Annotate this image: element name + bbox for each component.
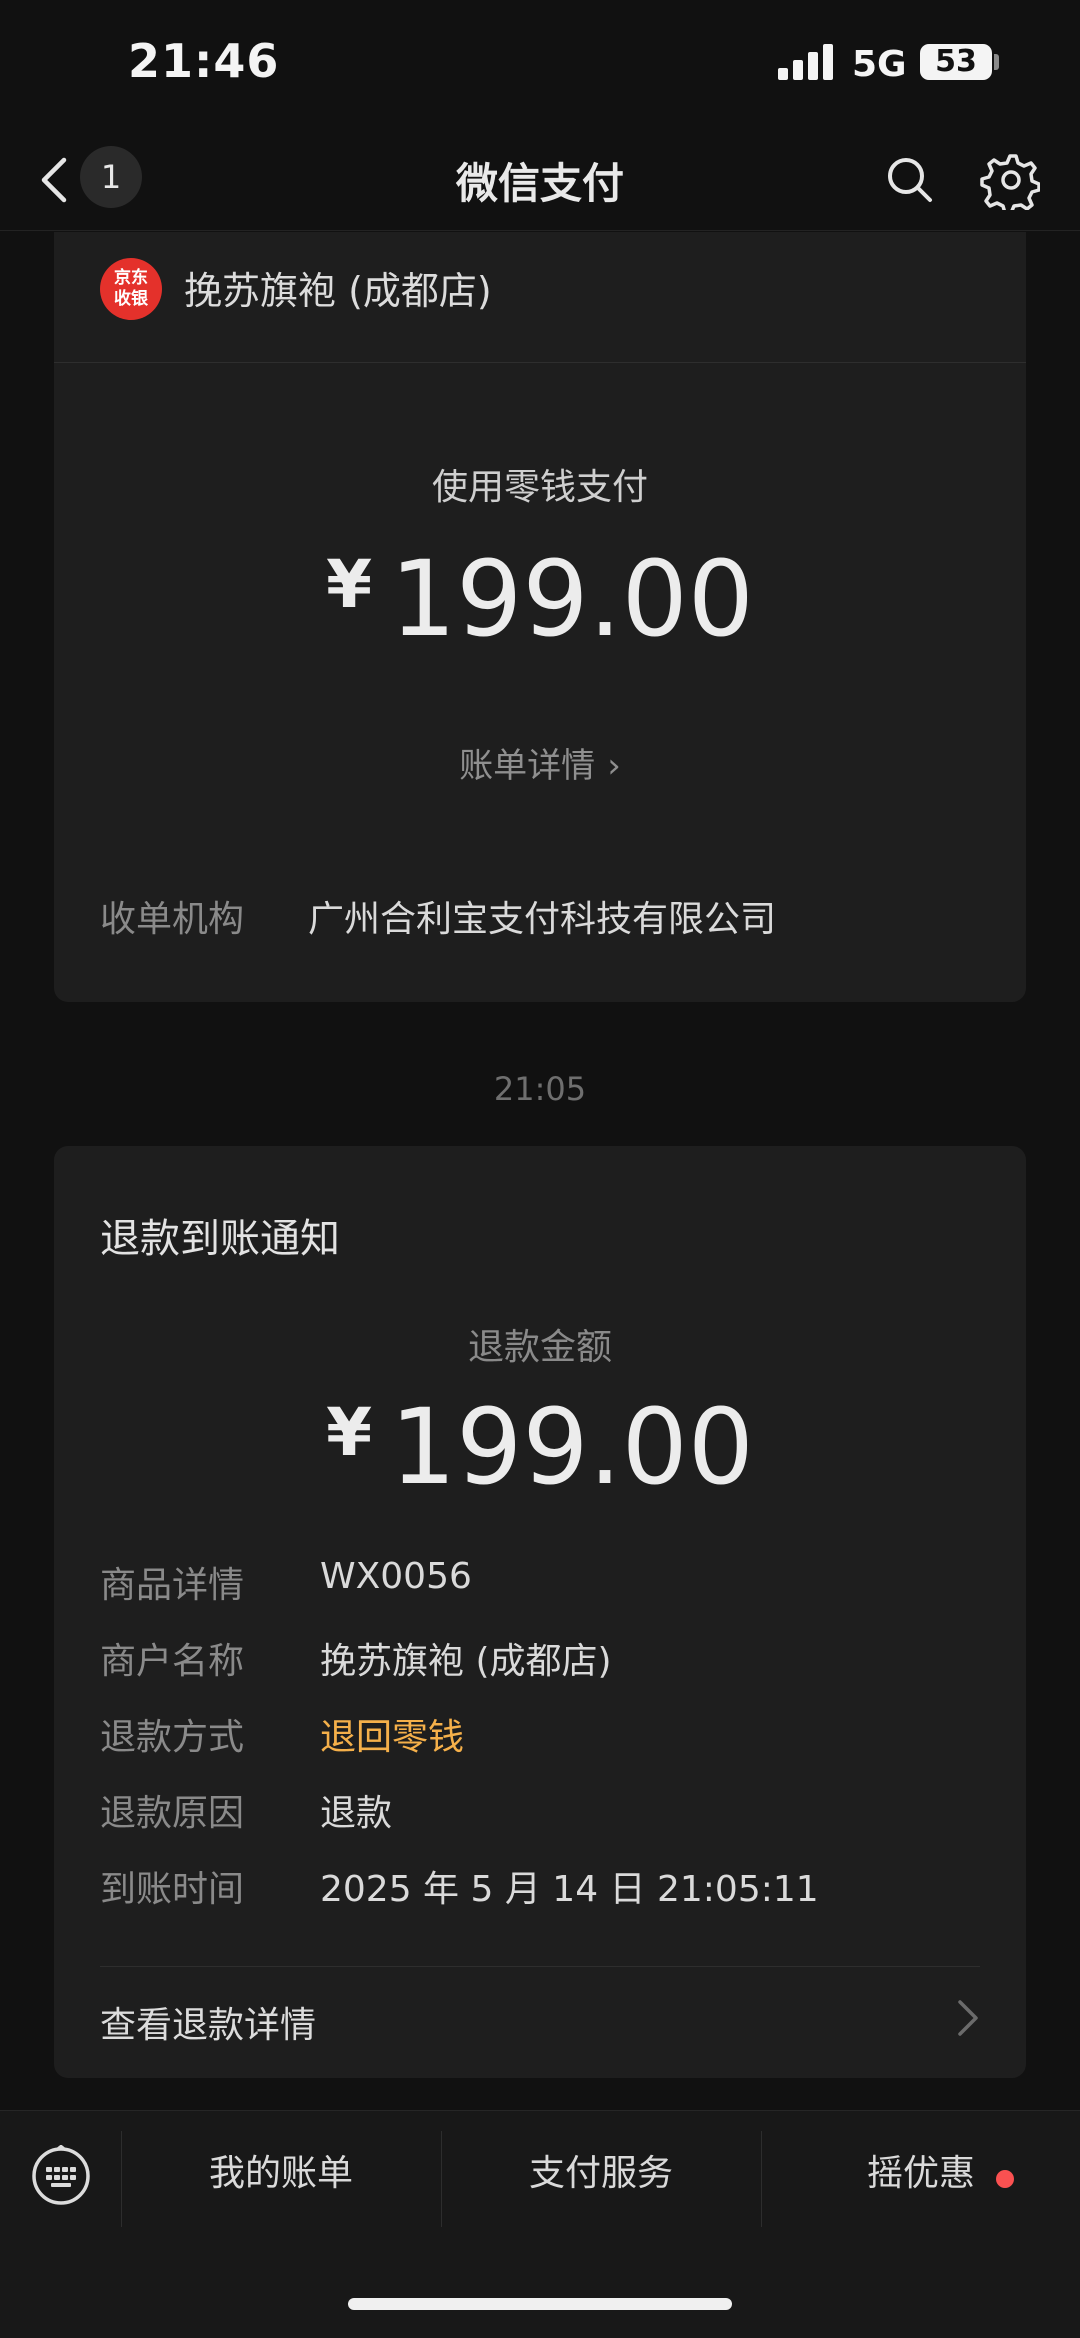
payment-card: 京东 收银 挽苏旗袍 (成都店) 使用零钱支付 ¥199.00 账单详情 › 收单… [54, 232, 1026, 1002]
acquirer-label: 收单机构 [100, 899, 245, 940]
status-time: 21:46 [128, 34, 280, 88]
refund-amount-value: 199.00 [390, 1386, 754, 1508]
battery-icon: 53 [920, 44, 992, 80]
row-value-arrival-time: 2025 年 5 月 14 日 21:05:11 [320, 1869, 819, 1910]
menu-my-bills[interactable]: 我的账单 [121, 2129, 441, 2219]
divider [54, 362, 1026, 363]
refund-amount-label: 退款金额 [467, 1327, 612, 1368]
view-refund-detail[interactable]: 查看退款详情 [100, 1996, 316, 2048]
refund-card[interactable]: 退款到账通知 退款金额 ¥199.00 商品详情 WX0056 商户名称 挽苏旗… [54, 1146, 1026, 2078]
merchant-logo: 京东 收银 [100, 258, 162, 320]
row-value-merchant: 挽苏旗袍 (成都店) [320, 1641, 612, 1682]
row-label-refund-reason: 退款原因 [100, 1793, 245, 1834]
divider [100, 1966, 980, 1967]
acquirer-value: 广州合利宝支付科技有限公司 [308, 899, 777, 940]
signal-icon [778, 44, 834, 80]
chevron-right-icon[interactable] [954, 1996, 982, 2040]
chevron-right-icon: › [607, 746, 621, 786]
amount-value: 199.00 [390, 538, 754, 660]
refund-title: 退款到账通知 [100, 1216, 340, 1262]
row-label-merchant: 商户名称 [100, 1641, 245, 1682]
currency-symbol: ¥ [326, 546, 373, 623]
row-value-refund-method: 退回零钱 [320, 1717, 465, 1758]
message-timestamp: 21:05 [493, 1070, 587, 1108]
pay-method: 使用零钱支付 [431, 467, 648, 508]
bill-detail-label: 账单详情 [459, 746, 596, 786]
logo-text-1: 京东 [114, 268, 148, 288]
merchant-row[interactable]: 京东 收银 挽苏旗袍 (成都店) [54, 232, 1026, 362]
currency-symbol: ¥ [326, 1394, 373, 1471]
row-label-product: 商品详情 [100, 1565, 245, 1606]
home-indicator[interactable] [348, 2298, 732, 2310]
payment-amount: ¥199.00 [54, 538, 1026, 660]
search-icon[interactable] [882, 152, 938, 208]
merchant-name: 挽苏旗袍 (成都店) [184, 269, 492, 313]
notification-dot [996, 2170, 1014, 2188]
menu-payment-services[interactable]: 支付服务 [441, 2129, 761, 2219]
menu-shake-deals[interactable]: 摇优惠 [761, 2129, 1080, 2219]
refund-amount: ¥199.00 [54, 1386, 1026, 1508]
row-value-product: WX0056 [320, 1556, 472, 1597]
network-label: 5G [852, 44, 907, 85]
logo-text-2: 收银 [114, 289, 148, 309]
nav-bar: 1 微信支付 [0, 130, 1080, 231]
row-label-refund-method: 退款方式 [100, 1717, 245, 1758]
gear-icon[interactable] [980, 150, 1040, 210]
battery-tip [994, 54, 999, 70]
battery-level: 53 [935, 44, 977, 79]
keyboard-icon[interactable] [30, 2145, 92, 2207]
bill-detail-link[interactable]: 账单详情 › [54, 738, 1026, 787]
row-label-arrival-time: 到账时间 [100, 1869, 245, 1910]
status-bar: 21:46 5G 53 [0, 0, 1080, 130]
row-value-refund-reason: 退款 [320, 1793, 393, 1834]
